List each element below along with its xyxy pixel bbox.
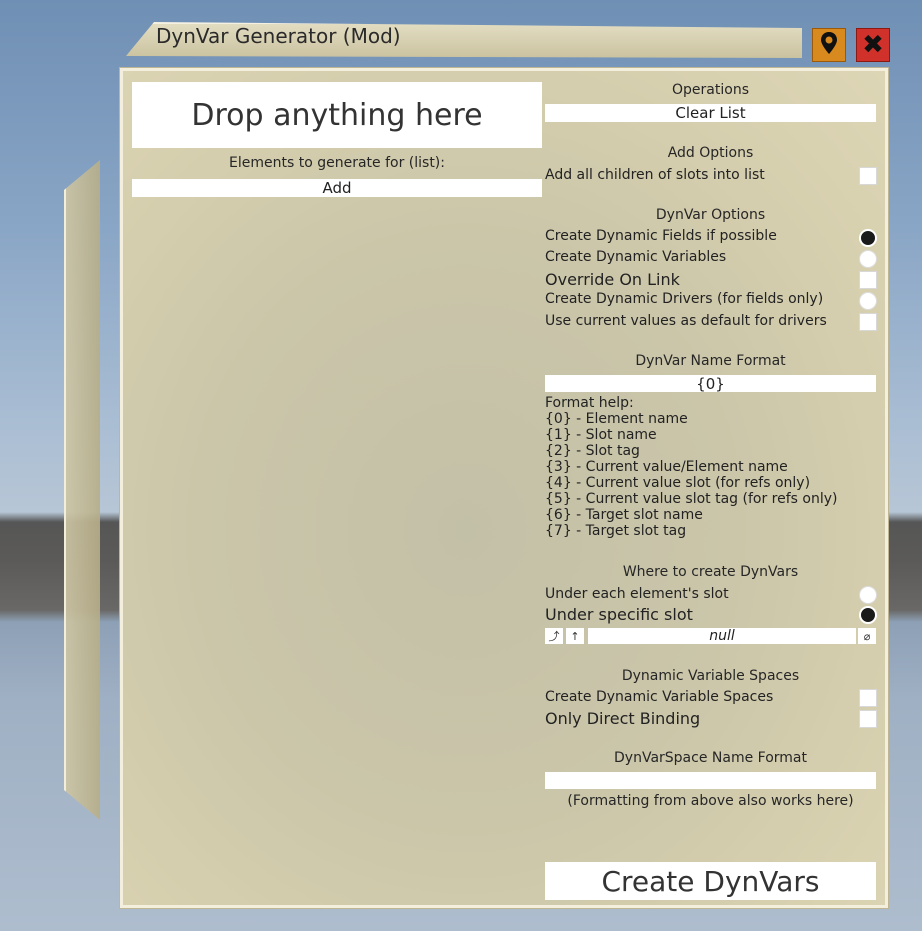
format-help-title: Format help: [545,395,634,411]
override-on-link-checkbox[interactable] [859,271,877,289]
create-variables-radio[interactable] [859,250,877,268]
spaces-heading: Dynamic Variable Spaces [621,668,800,684]
format-help-line: {6} - Target slot name [545,507,703,523]
add-children-checkbox[interactable] [859,167,877,185]
format-help-list: {0} - Element name {1} - Slot name {2} -… [545,411,837,539]
operations-heading: Operations [672,82,749,98]
jump-to-button[interactable]: ⤴ [545,628,563,644]
close-icon: ✖ [862,30,884,60]
window-title: DynVar Generator (Mod) [156,24,401,48]
create-spaces-label: Create Dynamic Variable Spaces [545,689,774,705]
under-each-slot-label: Under each element's slot [545,586,729,602]
under-each-slot-radio[interactable] [859,586,877,604]
format-help-line: {7} - Target slot tag [545,523,687,539]
pin-button[interactable] [812,28,846,62]
under-specific-slot-radio[interactable] [859,606,877,624]
create-variables-label: Create Dynamic Variables [545,249,727,265]
use-current-values-checkbox[interactable] [859,313,877,331]
add-element-button[interactable]: Add [132,179,542,197]
create-fields-radio[interactable] [859,229,877,247]
add-children-label: Add all children of slots into list [545,167,765,183]
direct-binding-checkbox[interactable] [859,710,877,728]
space-format-note: (Formatting from above also works here) [567,793,854,809]
where-heading: Where to create DynVars [622,564,799,580]
create-spaces-checkbox[interactable] [859,689,877,707]
space-format-input[interactable] [545,772,876,789]
format-help-line: {3} - Current value/Element name [545,459,788,475]
name-format-input[interactable]: {0} [545,375,876,393]
name-format-heading: DynVar Name Format [635,353,786,369]
location-pin-icon [819,31,839,59]
direct-binding-label: Only Direct Binding [545,709,701,728]
create-drivers-radio[interactable] [859,292,877,310]
use-current-values-label: Use current values as default for driver… [545,313,827,329]
dynvar-options-heading: DynVar Options [655,207,766,223]
elements-list-label: Elements to generate for (list): [229,155,445,171]
jump-icon: ⤴ [548,630,560,643]
clear-reference-button[interactable]: ⌀ [858,628,876,644]
space-format-heading: DynVarSpace Name Format [614,750,807,766]
format-help-line: {4} - Current value slot (for refs only) [545,475,811,491]
close-button[interactable]: ✖ [856,28,890,62]
format-help-line: {0} - Element name [545,411,688,427]
create-dynvars-button[interactable]: Create DynVars [545,862,876,900]
add-options-heading: Add Options [667,145,754,161]
arrow-up-icon: ↑ [570,629,580,643]
side-panel-edge [64,160,100,820]
slot-reference-field[interactable]: null [588,628,856,644]
drop-zone[interactable]: Drop anything here [132,82,542,148]
create-drivers-label: Create Dynamic Drivers (for fields only) [545,291,824,307]
format-help-line: {2} - Slot tag [545,443,640,459]
clear-list-button[interactable]: Clear List [545,104,876,122]
format-help-line: {1} - Slot name [545,427,657,443]
create-fields-label: Create Dynamic Fields if possible [545,228,777,244]
format-help-line: {5} - Current value slot tag (for refs o… [545,491,838,507]
override-on-link-label: Override On Link [545,270,680,289]
parent-up-button[interactable]: ↑ [566,628,584,644]
null-icon: ⌀ [863,629,871,643]
under-specific-slot-label: Under specific slot [545,605,693,624]
